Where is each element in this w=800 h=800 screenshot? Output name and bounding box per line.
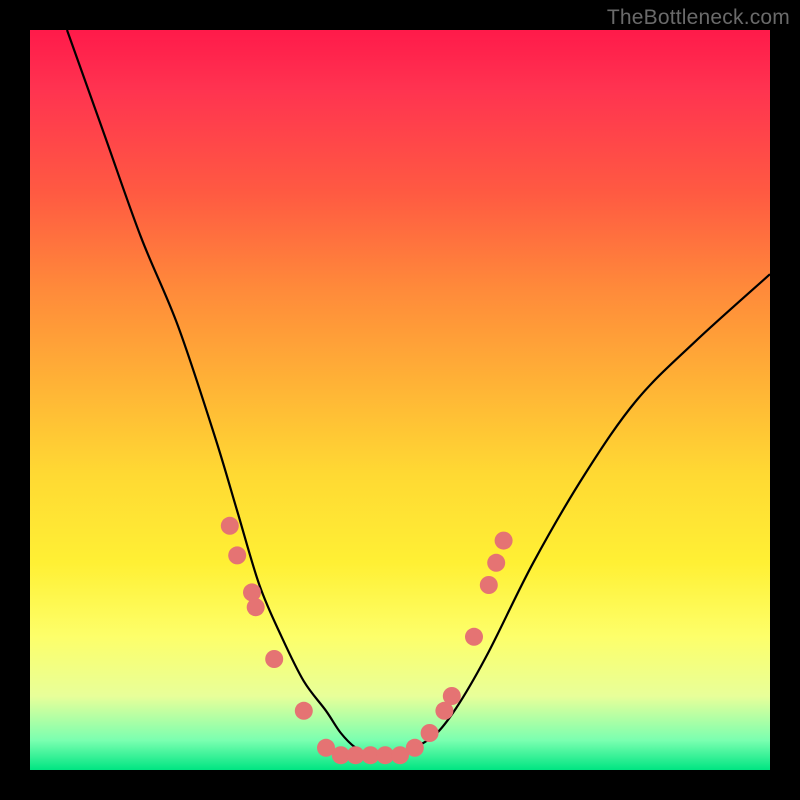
data-marker [443, 687, 461, 705]
data-marker [247, 598, 265, 616]
chart-container: TheBottleneck.com [0, 0, 800, 800]
data-marker [406, 739, 424, 757]
data-marker [228, 546, 246, 564]
data-marker [421, 724, 439, 742]
bottleneck-curve [67, 30, 770, 756]
marker-group [221, 517, 513, 764]
data-marker [495, 532, 513, 550]
data-marker [295, 702, 313, 720]
data-marker [487, 554, 505, 572]
data-marker [265, 650, 283, 668]
plot-area [30, 30, 770, 770]
data-marker [465, 628, 483, 646]
curve-svg [30, 30, 770, 770]
data-marker [480, 576, 498, 594]
watermark-text: TheBottleneck.com [607, 6, 790, 30]
data-marker [221, 517, 239, 535]
